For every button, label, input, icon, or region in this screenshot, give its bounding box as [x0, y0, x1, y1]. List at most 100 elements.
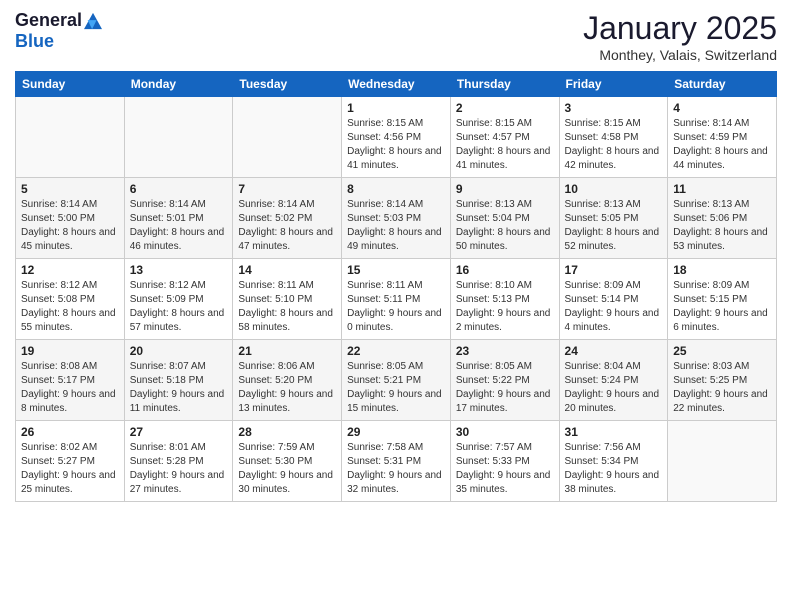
day-cell — [233, 97, 342, 178]
day-info: Sunrise: 8:11 AM Sunset: 5:11 PM Dayligh… — [347, 279, 445, 335]
week-row-1: 1 Sunrise: 8:15 AM Sunset: 4:56 PM Daylig… — [16, 97, 777, 178]
day-cell: 25Sunrise: 8:03 AM Sunset: 5:25 PM Dayli… — [668, 340, 777, 421]
day-number: 24 — [565, 344, 663, 358]
day-number: 25 — [673, 344, 771, 358]
day-info: Sunrise: 7:56 AM Sunset: 5:34 PM Dayligh… — [565, 441, 663, 497]
day-cell — [124, 97, 233, 178]
day-cell: 12 Sunrise: 8:12 AM Sunset: 5:08 PM Dayli… — [16, 259, 125, 340]
day-header-tuesday: Tuesday — [233, 72, 342, 97]
day-info: Sunrise: 8:13 AM Sunset: 5:06 PM Dayligh… — [673, 198, 771, 254]
day-cell: 26 Sunrise: 8:02 AM Sunset: 5:27 PM Dayli… — [16, 421, 125, 502]
day-number: 15 — [347, 263, 445, 277]
day-number: 20 — [130, 344, 228, 358]
day-number: 29 — [347, 425, 445, 439]
day-number: 28 — [238, 425, 336, 439]
day-number: 2 — [456, 101, 554, 115]
week-row-2: 5 Sunrise: 8:14 AM Sunset: 5:00 PM Daylig… — [16, 178, 777, 259]
day-info: Sunrise: 8:15 AM Sunset: 4:56 PM Dayligh… — [347, 117, 445, 173]
day-info: Sunrise: 7:57 AM Sunset: 5:33 PM Dayligh… — [456, 441, 554, 497]
day-info: Sunrise: 8:14 AM Sunset: 5:03 PM Dayligh… — [347, 198, 445, 254]
week-row-3: 12 Sunrise: 8:12 AM Sunset: 5:08 PM Dayli… — [16, 259, 777, 340]
day-info: Sunrise: 8:05 AM Sunset: 5:22 PM Dayligh… — [456, 360, 554, 416]
day-cell: 3 Sunrise: 8:15 AM Sunset: 4:58 PM Daylig… — [559, 97, 668, 178]
day-cell: 6Sunrise: 8:14 AM Sunset: 5:01 PM Daylig… — [124, 178, 233, 259]
day-info: Sunrise: 8:04 AM Sunset: 5:24 PM Dayligh… — [565, 360, 663, 416]
day-info: Sunrise: 8:12 AM Sunset: 5:08 PM Dayligh… — [21, 279, 119, 335]
day-cell: 9 Sunrise: 8:13 AM Sunset: 5:04 PM Daylig… — [450, 178, 559, 259]
day-cell: 19 Sunrise: 8:08 AM Sunset: 5:17 PM Dayli… — [16, 340, 125, 421]
day-number: 30 — [456, 425, 554, 439]
week-row-5: 26 Sunrise: 8:02 AM Sunset: 5:27 PM Dayli… — [16, 421, 777, 502]
page: General Blue January 2025 Monthey, Valai… — [0, 0, 792, 612]
day-number: 4 — [673, 101, 771, 115]
day-header-saturday: Saturday — [668, 72, 777, 97]
day-header-sunday: Sunday — [16, 72, 125, 97]
day-cell: 7Sunrise: 8:14 AM Sunset: 5:02 PM Daylig… — [233, 178, 342, 259]
day-info: Sunrise: 8:14 AM Sunset: 5:00 PM Dayligh… — [21, 198, 119, 254]
day-cell: 13Sunrise: 8:12 AM Sunset: 5:09 PM Dayli… — [124, 259, 233, 340]
day-number: 23 — [456, 344, 554, 358]
day-cell: 4 Sunrise: 8:14 AM Sunset: 4:59 PM Daylig… — [668, 97, 777, 178]
day-cell: 22Sunrise: 8:05 AM Sunset: 5:21 PM Dayli… — [342, 340, 451, 421]
day-info: Sunrise: 8:09 AM Sunset: 5:14 PM Dayligh… — [565, 279, 663, 335]
day-cell: 17Sunrise: 8:09 AM Sunset: 5:14 PM Dayli… — [559, 259, 668, 340]
day-cell: 29 Sunrise: 7:58 AM Sunset: 5:31 PM Dayli… — [342, 421, 451, 502]
day-info: Sunrise: 8:05 AM Sunset: 5:21 PM Dayligh… — [347, 360, 445, 416]
day-header-thursday: Thursday — [450, 72, 559, 97]
day-cell: 2 Sunrise: 8:15 AM Sunset: 4:57 PM Daylig… — [450, 97, 559, 178]
day-cell: 31 Sunrise: 7:56 AM Sunset: 5:34 PM Dayli… — [559, 421, 668, 502]
day-info: Sunrise: 8:14 AM Sunset: 4:59 PM Dayligh… — [673, 117, 771, 173]
day-cell: 8 Sunrise: 8:14 AM Sunset: 5:03 PM Daylig… — [342, 178, 451, 259]
day-info: Sunrise: 8:11 AM Sunset: 5:10 PM Dayligh… — [238, 279, 336, 335]
day-number: 26 — [21, 425, 119, 439]
header: General Blue January 2025 Monthey, Valai… — [15, 10, 777, 63]
month-title: January 2025 — [583, 10, 777, 47]
day-info: Sunrise: 8:08 AM Sunset: 5:17 PM Dayligh… — [21, 360, 119, 416]
day-cell: 18Sunrise: 8:09 AM Sunset: 5:15 PM Dayli… — [668, 259, 777, 340]
day-number: 18 — [673, 263, 771, 277]
day-info: Sunrise: 8:06 AM Sunset: 5:20 PM Dayligh… — [238, 360, 336, 416]
calendar: SundayMondayTuesdayWednesdayThursdayFrid… — [15, 71, 777, 502]
logo: General Blue — [15, 10, 102, 52]
day-info: Sunrise: 8:01 AM Sunset: 5:28 PM Dayligh… — [130, 441, 228, 497]
day-cell: 27 Sunrise: 8:01 AM Sunset: 5:28 PM Dayli… — [124, 421, 233, 502]
day-info: Sunrise: 8:13 AM Sunset: 5:05 PM Dayligh… — [565, 198, 663, 254]
location-title: Monthey, Valais, Switzerland — [583, 47, 777, 63]
day-info: Sunrise: 8:13 AM Sunset: 5:04 PM Dayligh… — [456, 198, 554, 254]
day-number: 5 — [21, 182, 119, 196]
day-number: 14 — [238, 263, 336, 277]
day-number: 16 — [456, 263, 554, 277]
day-info: Sunrise: 8:10 AM Sunset: 5:13 PM Dayligh… — [456, 279, 554, 335]
header-row: SundayMondayTuesdayWednesdayThursdayFrid… — [16, 72, 777, 97]
day-cell: 14 Sunrise: 8:11 AM Sunset: 5:10 PM Dayli… — [233, 259, 342, 340]
day-number: 8 — [347, 182, 445, 196]
day-info: Sunrise: 7:59 AM Sunset: 5:30 PM Dayligh… — [238, 441, 336, 497]
day-cell: 21Sunrise: 8:06 AM Sunset: 5:20 PM Dayli… — [233, 340, 342, 421]
day-cell: 20 Sunrise: 8:07 AM Sunset: 5:18 PM Dayli… — [124, 340, 233, 421]
day-cell: 30 Sunrise: 7:57 AM Sunset: 5:33 PM Dayli… — [450, 421, 559, 502]
week-row-4: 19 Sunrise: 8:08 AM Sunset: 5:17 PM Dayli… — [16, 340, 777, 421]
day-number: 11 — [673, 182, 771, 196]
day-info: Sunrise: 8:15 AM Sunset: 4:58 PM Dayligh… — [565, 117, 663, 173]
day-info: Sunrise: 8:02 AM Sunset: 5:27 PM Dayligh… — [21, 441, 119, 497]
day-number: 27 — [130, 425, 228, 439]
day-info: Sunrise: 7:58 AM Sunset: 5:31 PM Dayligh… — [347, 441, 445, 497]
day-header-wednesday: Wednesday — [342, 72, 451, 97]
day-header-friday: Friday — [559, 72, 668, 97]
day-number: 10 — [565, 182, 663, 196]
day-number: 31 — [565, 425, 663, 439]
logo-blue: Blue — [15, 31, 54, 52]
day-number: 12 — [21, 263, 119, 277]
day-cell — [668, 421, 777, 502]
day-cell: 23 Sunrise: 8:05 AM Sunset: 5:22 PM Dayli… — [450, 340, 559, 421]
day-number: 3 — [565, 101, 663, 115]
day-cell: 5 Sunrise: 8:14 AM Sunset: 5:00 PM Daylig… — [16, 178, 125, 259]
day-number: 19 — [21, 344, 119, 358]
day-number: 9 — [456, 182, 554, 196]
day-info: Sunrise: 8:14 AM Sunset: 5:01 PM Dayligh… — [130, 198, 228, 254]
day-cell: 15 Sunrise: 8:11 AM Sunset: 5:11 PM Dayli… — [342, 259, 451, 340]
title-block: January 2025 Monthey, Valais, Switzerlan… — [583, 10, 777, 63]
day-info: Sunrise: 8:15 AM Sunset: 4:57 PM Dayligh… — [456, 117, 554, 173]
day-number: 1 — [347, 101, 445, 115]
day-info: Sunrise: 8:07 AM Sunset: 5:18 PM Dayligh… — [130, 360, 228, 416]
